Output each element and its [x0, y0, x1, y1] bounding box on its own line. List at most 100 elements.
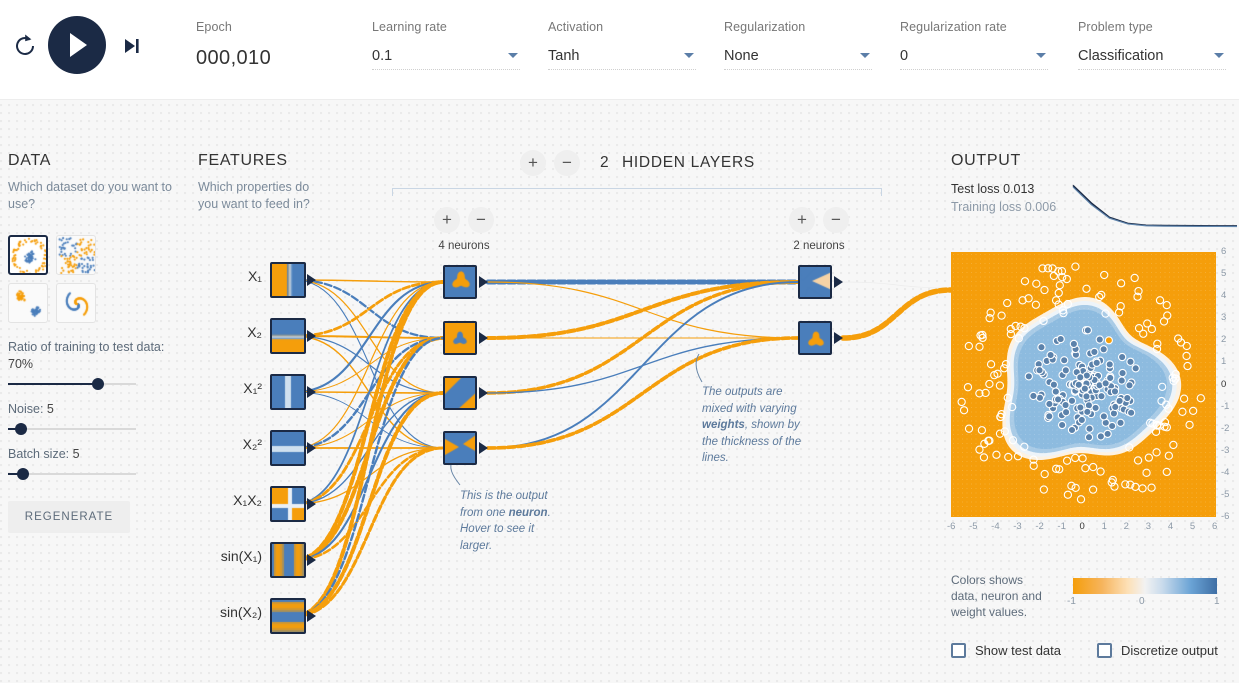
- batch-size-value: 5: [72, 447, 80, 461]
- step-forward-icon[interactable]: [120, 33, 144, 59]
- feature-node-0[interactable]: X₁: [198, 262, 318, 298]
- x-axis-tick-0: -6: [947, 521, 956, 532]
- hidden-node-l2-1[interactable]: [798, 321, 832, 355]
- feature-thumbnail-4[interactable]: [270, 486, 306, 522]
- output-heatmap[interactable]: [951, 252, 1216, 517]
- problem-type-label: Problem type: [1078, 20, 1153, 34]
- hidden-layers-title: HIDDEN LAYERS: [622, 154, 755, 171]
- feature-node-1[interactable]: X₂: [198, 318, 318, 354]
- play-pause-button[interactable]: [48, 16, 106, 74]
- color-legend-bar: [1073, 578, 1217, 594]
- batch-size-slider[interactable]: [8, 468, 136, 480]
- x-axis-tick-3: -3: [1013, 521, 1022, 532]
- output-options: Show test data Discretize output: [951, 643, 1218, 658]
- ratio-label-text: Ratio of training to test data:: [8, 340, 165, 354]
- features-panel: FEATURES Which properties do you want to…: [198, 152, 328, 213]
- chevron-down-icon[interactable]: [684, 53, 694, 58]
- activation-select[interactable]: Tanh: [548, 44, 696, 70]
- learning-rate-control: Learning rate 0.1: [372, 20, 520, 70]
- remove-neuron-layer-1-button[interactable]: −: [468, 207, 494, 233]
- regularization-select[interactable]: None: [724, 44, 872, 70]
- learning-rate-select[interactable]: 0.1: [372, 44, 520, 70]
- feature-label-1: X₂: [247, 324, 262, 340]
- noise-slider-block: Noise: 5: [8, 401, 178, 435]
- regenerate-button[interactable]: REGENERATE: [8, 501, 130, 533]
- hidden-node-l1-1-connector: [479, 332, 488, 344]
- noise-slider[interactable]: [8, 423, 136, 435]
- hidden-node-l1-2[interactable]: [443, 376, 477, 410]
- y-axis-tick-9: -3: [1221, 444, 1230, 456]
- ratio-slider[interactable]: [8, 378, 136, 390]
- feature-thumbnail-6[interactable]: [270, 598, 306, 634]
- chevron-down-icon[interactable]: [1214, 53, 1224, 58]
- legend-note: Colors shows data, neuron and weight val…: [951, 573, 1042, 619]
- chevron-down-icon[interactable]: [860, 53, 870, 58]
- feature-node-6[interactable]: sin(X₂): [198, 598, 318, 634]
- callout-neuron-b: neuron: [508, 506, 548, 519]
- regularization-label: Regularization: [724, 20, 806, 34]
- hidden-node-l1-3[interactable]: [443, 431, 477, 465]
- color-legend-ticks: -1 0 1: [1067, 596, 1227, 610]
- add-neuron-layer-2-button[interactable]: +: [789, 207, 815, 233]
- y-axis-tick-5: 1: [1221, 356, 1227, 368]
- show-test-data-label: Show test data: [975, 643, 1061, 658]
- network-link: [840, 287, 954, 341]
- batch-size-slider-block: Batch size: 5: [8, 446, 178, 480]
- y-axis-tick-11: -5: [1221, 488, 1230, 500]
- chevron-down-icon[interactable]: [1036, 53, 1046, 58]
- x-axis-tick-9: 3: [1145, 521, 1152, 532]
- add-neuron-layer-1-button[interactable]: +: [434, 207, 460, 233]
- problem-type-control: Problem type Classification: [1078, 20, 1226, 70]
- y-axis-tick-3: 3: [1221, 312, 1227, 324]
- feature-output-connector-0: [307, 274, 316, 286]
- data-panel-subtitle: Which dataset do you want to use?: [8, 180, 172, 211]
- legend-tick-max: 1: [1214, 596, 1220, 607]
- chevron-down-icon[interactable]: [508, 53, 518, 58]
- dataset-circle[interactable]: [8, 235, 48, 275]
- problem-type-value: Classification: [1078, 48, 1164, 64]
- activation-control: Activation Tanh: [548, 20, 696, 70]
- batch-size-label: Batch size: 5: [8, 446, 178, 463]
- playground-app: Epoch 000,010 Learning rate 0.1 Activati…: [0, 0, 1239, 683]
- hidden-node-l1-3-connector: [479, 442, 488, 454]
- y-axis-tick-12: -6: [1221, 511, 1230, 522]
- feature-thumbnail-1[interactable]: [270, 318, 306, 354]
- reset-icon[interactable]: [12, 32, 38, 60]
- feature-thumbnail-3[interactable]: [270, 430, 306, 466]
- network-link: [293, 446, 445, 618]
- regularization-rate-select[interactable]: 0: [900, 44, 1048, 70]
- y-axis-tick-0: 6: [1221, 246, 1227, 257]
- feature-label-5: sin(X₁): [220, 548, 262, 564]
- hidden-node-l1-0[interactable]: [443, 265, 477, 299]
- discretize-output-checkbox[interactable]: Discretize output: [1097, 643, 1218, 658]
- problem-type-select[interactable]: Classification: [1078, 44, 1226, 70]
- feature-node-2[interactable]: X₁²: [198, 374, 318, 410]
- add-layer-button[interactable]: +: [520, 150, 546, 176]
- discretize-output-label: Discretize output: [1121, 643, 1218, 658]
- feature-label-3: X₂²: [242, 436, 262, 452]
- show-test-data-checkbox[interactable]: Show test data: [951, 643, 1061, 658]
- remove-neuron-layer-2-button[interactable]: −: [823, 207, 849, 233]
- dataset-gaussian[interactable]: [8, 283, 48, 323]
- feature-node-3[interactable]: X₂²: [198, 430, 318, 466]
- x-axis-tick-4: -2: [1035, 521, 1044, 532]
- feature-thumbnail-0[interactable]: [270, 262, 306, 298]
- dataset-spiral[interactable]: [56, 283, 96, 323]
- noise-value: 5: [46, 402, 54, 416]
- x-axis-tick-6: 0: [1079, 521, 1085, 532]
- feature-thumbnail-5[interactable]: [270, 542, 306, 578]
- remove-layer-button[interactable]: −: [554, 150, 580, 176]
- hidden-node-l1-2-connector: [479, 387, 488, 399]
- feature-node-5[interactable]: sin(X₁): [198, 542, 318, 578]
- y-axis-tick-10: -4: [1221, 466, 1230, 478]
- legend-tick-min: -1: [1067, 596, 1076, 607]
- epoch-display: Epoch 000,010: [196, 20, 271, 70]
- x-axis-tick-11: 5: [1189, 521, 1196, 532]
- ratio-slider-block: Ratio of training to test data: 70%: [8, 339, 178, 390]
- hidden-node-l2-0[interactable]: [798, 265, 832, 299]
- dataset-exclusive-or[interactable]: [56, 235, 96, 275]
- hidden-node-l1-1[interactable]: [443, 321, 477, 355]
- feature-node-4[interactable]: X₁X₂: [198, 486, 318, 522]
- regularization-control: Regularization None: [724, 20, 872, 70]
- feature-thumbnail-2[interactable]: [270, 374, 306, 410]
